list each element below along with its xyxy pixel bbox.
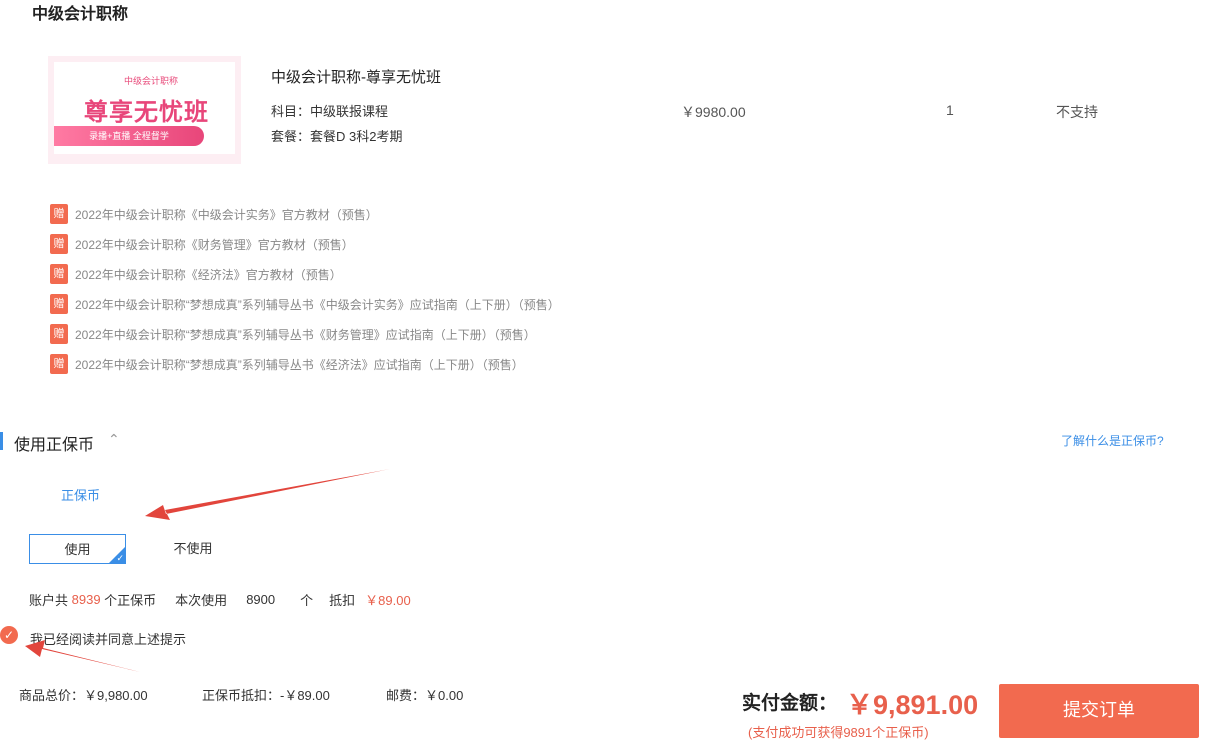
gift-tag-icon: 赠 (50, 354, 68, 374)
gift-item: 赠 2022年中级会计职称《中级会计实务》官方教材（预售） (50, 199, 560, 229)
product-name[interactable]: 中级会计职称-尊享无忧班 (271, 66, 441, 87)
coin-account-row: 账户共 8939 个正保币 本次使用 8900 个 抵扣 ￥89.00 (29, 590, 411, 609)
goods-total: 商品总价：￥9,980.00 (19, 688, 148, 703)
deduct-label: 抵扣 (329, 593, 356, 608)
acct-total: 8939 (71, 592, 101, 607)
thumbnail-banner: 录播+直播 全程督学 (54, 126, 204, 146)
learn-coin-link[interactable]: 了解什么是正保币? (1061, 432, 1164, 449)
product-thumbnail[interactable]: 中级会计职称 尊享无忧班 录播+直播 全程督学 (48, 56, 241, 164)
annotation-arrow-1 (145, 469, 390, 520)
gift-text: 2022年中级会计职称“梦想成真”系列辅导丛书《财务管理》应试指南（上下册）（预… (75, 327, 536, 342)
this-use-label: 本次使用 (175, 593, 228, 608)
gift-item: 赠 2022年中级会计职称“梦想成真”系列辅导丛书《中级会计实务》应试指南（上下册… (50, 289, 560, 319)
gift-item: 赠 2022年中级会计职称“梦想成真”系列辅导丛书《财务管理》应试指南（上下册）（… (50, 319, 560, 349)
product-plan: 套餐：套餐D 3科2考期 (271, 129, 403, 144)
no-coin-option[interactable]: 不使用 (150, 534, 236, 564)
thumbnail-title: 尊享无忧班 (84, 98, 209, 126)
coin-section-title[interactable]: 使用正保币 (14, 431, 94, 455)
coin-tab[interactable]: 正保币 (61, 485, 100, 504)
product-price: ￥9980.00 (681, 104, 746, 120)
coin-use-input[interactable]: 8900 (246, 592, 275, 607)
gift-tag-icon: 赠 (50, 324, 68, 344)
thumbnail-subtitle: 中级会计职称 (124, 76, 179, 86)
submit-order-button[interactable]: 提交订单 (999, 684, 1199, 738)
page-title: 中级会计职称 (32, 6, 129, 23)
gift-text: 2022年中级会计职称“梦想成真”系列辅导丛书《中级会计实务》应试指南（上下册）… (75, 297, 560, 312)
deduct-amount: ￥89.00 (365, 593, 411, 608)
product-quantity: 1 (946, 102, 954, 118)
gift-text: 2022年中级会计职称《中级会计实务》官方教材（预售） (75, 207, 378, 222)
gift-tag-icon: 赠 (50, 234, 68, 254)
gift-text: 2022年中级会计职称“梦想成真”系列辅导丛书《经济法》应试指南（上下册）（预售… (75, 357, 524, 372)
gift-item: 赠 2022年中级会计职称《财务管理》官方教材（预售） (50, 229, 560, 259)
acct-unit: 个正保币 (100, 593, 157, 608)
gift-list: 赠 2022年中级会计职称《中级会计实务》官方教材（预售） 赠 2022年中级会计职… (50, 199, 560, 379)
use-unit: 个 (300, 593, 314, 608)
gift-tag-icon: 赠 (50, 204, 68, 224)
pay-note: (支付成功可获得9891个正保币) (748, 725, 929, 740)
section-accent-bar (0, 432, 3, 450)
gift-tag-icon: 赠 (50, 264, 68, 284)
check-icon: ✓ (116, 553, 124, 563)
coin-deduction: 正保币抵扣：-￥89.00 (202, 688, 330, 703)
agree-text: 我已经阅读并同意上述提示 (30, 632, 187, 647)
gift-item: 赠 2022年中级会计职称《经济法》官方教材（预售） (50, 259, 560, 289)
gift-text: 2022年中级会计职称《财务管理》官方教材（预售） (75, 237, 354, 252)
product-subject: 科目：中级联报课程 (271, 104, 389, 119)
gift-item: 赠 2022年中级会计职称“梦想成真”系列辅导丛书《经济法》应试指南（上下册）（预… (50, 349, 560, 379)
gift-text: 2022年中级会计职称《经济法》官方教材（预售） (75, 267, 342, 282)
acct-prefix: 账户共 (29, 593, 72, 608)
no-coin-label: 不使用 (173, 541, 213, 556)
agree-checkbox[interactable]: ✓ (0, 626, 18, 644)
product-support-status: 不支持 (1056, 104, 1098, 120)
gift-tag-icon: 赠 (50, 294, 68, 314)
use-coin-label: 使用 (64, 542, 91, 557)
postage: 邮费：￥0.00 (386, 688, 464, 703)
use-coin-option[interactable]: 使用 ✓ (29, 534, 126, 564)
chevron-up-icon[interactable]: ⌃ (108, 431, 120, 448)
pay-label: 实付金额： (742, 693, 838, 714)
pay-amount: ￥9,891.00 (846, 690, 979, 720)
